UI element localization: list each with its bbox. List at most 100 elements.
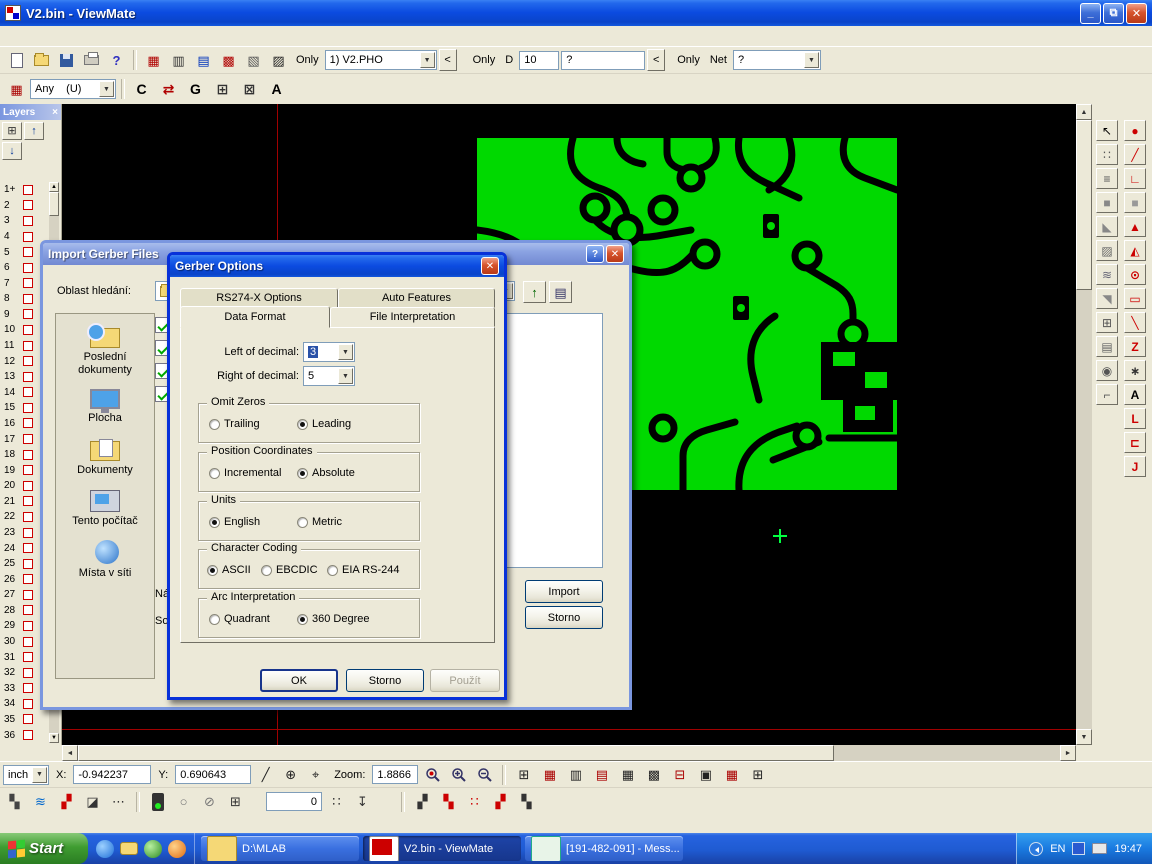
g-command-icon[interactable]: G bbox=[184, 78, 207, 100]
minimize-button[interactable]: _ bbox=[1080, 3, 1101, 24]
measure-triangle-tool-icon[interactable]: ◣ bbox=[1096, 216, 1118, 237]
dcode-query-field[interactable]: ? bbox=[561, 51, 645, 70]
menu-select[interactable] bbox=[68, 34, 84, 38]
place-desktop[interactable]: Plocha bbox=[58, 389, 152, 425]
open-file-icon[interactable] bbox=[30, 49, 53, 71]
place-network[interactable]: Místa v síti bbox=[58, 540, 152, 580]
grid-tool-icon[interactable]: ⊞ bbox=[1096, 312, 1118, 333]
layer-color-swatch[interactable] bbox=[23, 699, 33, 709]
scroll-up-icon[interactable]: ▲ bbox=[49, 182, 59, 192]
corner-tool-icon[interactable]: ◥ bbox=[1096, 288, 1118, 309]
settings-tool-icon[interactable]: ∗ bbox=[1124, 360, 1146, 381]
layer-color-swatch[interactable] bbox=[23, 185, 33, 195]
place-recent-documents[interactable]: Poslední dokumenty bbox=[58, 324, 152, 376]
tile-red-icon-1[interactable]: ∷ bbox=[463, 791, 486, 813]
save-file-icon[interactable] bbox=[55, 49, 78, 71]
task-viewmate[interactable]: V2.bin - ViewMate bbox=[363, 836, 521, 861]
select-pattern-icon[interactable]: ▚ bbox=[3, 791, 26, 813]
diag-tool-icon[interactable]: ╲ bbox=[1124, 312, 1146, 333]
close-button[interactable]: ✕ bbox=[1126, 3, 1147, 24]
layer-move-up-button[interactable]: ↑ bbox=[24, 122, 44, 140]
dropdown-arrow-icon[interactable]: ▼ bbox=[420, 52, 435, 68]
dialog-close-button[interactable]: ✕ bbox=[606, 245, 624, 263]
film-box-icon[interactable]: ▧ bbox=[242, 49, 265, 71]
layer-color-swatch[interactable] bbox=[23, 574, 33, 584]
label-tool-icon[interactable]: L bbox=[1124, 408, 1146, 429]
layer-color-swatch[interactable] bbox=[23, 496, 33, 506]
scroll-thumb[interactable] bbox=[49, 192, 59, 216]
menu-go[interactable] bbox=[52, 34, 68, 38]
layer-color-swatch[interactable] bbox=[23, 683, 33, 693]
layers-panel-titlebar[interactable]: Layers × bbox=[0, 104, 61, 120]
text-tool-icon[interactable]: A bbox=[1124, 384, 1146, 405]
layer-color-swatch[interactable] bbox=[23, 559, 33, 569]
select-lines-tool-icon[interactable]: ≡ bbox=[1096, 168, 1118, 189]
rows-tool-icon[interactable]: ▤ bbox=[1096, 336, 1118, 357]
tab-data-format[interactable]: Data Format bbox=[180, 306, 330, 328]
radio-eia-rs244[interactable]: EIA RS-244 bbox=[327, 564, 399, 576]
up-one-level-icon[interactable]: ↑ bbox=[523, 281, 546, 303]
layer-color-swatch[interactable] bbox=[23, 263, 33, 273]
lamp-slash-icon[interactable]: ⊘ bbox=[198, 791, 221, 813]
zoom-value-field[interactable]: 1.8866 bbox=[372, 765, 418, 784]
layer-color-swatch[interactable] bbox=[23, 309, 33, 319]
radio-ebcdic[interactable]: EBCDIC bbox=[261, 564, 318, 576]
ok-button[interactable]: OK bbox=[260, 669, 338, 692]
menu-setup[interactable] bbox=[20, 34, 36, 38]
layer-color-swatch[interactable] bbox=[23, 605, 33, 615]
scroll-down-icon[interactable]: ▼ bbox=[49, 733, 59, 743]
layer-row[interactable]: 36 bbox=[2, 727, 48, 743]
report-icon[interactable]: ▨ bbox=[267, 49, 290, 71]
film-red-icon[interactable]: ▤ bbox=[590, 764, 613, 786]
layer-color-swatch[interactable] bbox=[23, 278, 33, 288]
scroll-down-icon[interactable]: ▼ bbox=[1076, 729, 1092, 745]
layer-color-swatch[interactable] bbox=[23, 637, 33, 647]
polyline-tool-icon[interactable]: ∟ bbox=[1124, 168, 1146, 189]
select-any-combo[interactable]: Any (U) ▼ bbox=[30, 79, 116, 99]
full-matrix-icon[interactable]: ⊞ bbox=[746, 764, 769, 786]
new-file-icon[interactable] bbox=[5, 49, 28, 71]
dropdown-arrow-icon[interactable]: ▼ bbox=[338, 344, 353, 360]
layer-color-swatch[interactable] bbox=[23, 325, 33, 335]
highlight-table-icon[interactable]: ▩ bbox=[217, 49, 240, 71]
layer-color-swatch[interactable] bbox=[23, 216, 33, 226]
film-dark-icon[interactable]: ▩ bbox=[642, 764, 665, 786]
anchor-point-icon[interactable]: ⌖ bbox=[304, 764, 327, 786]
line-tool-icon[interactable]: ╱ bbox=[1124, 144, 1146, 165]
dcode-film-icon[interactable]: ▥ bbox=[564, 764, 587, 786]
radio-360-degree[interactable]: 360 Degree bbox=[297, 613, 370, 625]
dropdown-arrow-icon[interactable]: ▼ bbox=[804, 52, 819, 68]
text-a-icon[interactable]: A bbox=[265, 78, 288, 100]
internet-explorer-icon[interactable] bbox=[96, 840, 114, 858]
layer-color-swatch[interactable] bbox=[23, 200, 33, 210]
layer-color-swatch[interactable] bbox=[23, 247, 33, 257]
layer-color-swatch[interactable] bbox=[23, 714, 33, 724]
pointer-tool-icon[interactable]: ↖ bbox=[1096, 120, 1118, 141]
layer-row[interactable]: 3 bbox=[2, 213, 48, 229]
layer-color-swatch[interactable] bbox=[23, 403, 33, 413]
gerber-cancel-button[interactable]: Storno bbox=[346, 669, 424, 692]
grid-spacing-field[interactable]: 0 bbox=[266, 792, 322, 811]
h-command-icon[interactable]: ⊠ bbox=[238, 78, 261, 100]
place-documents[interactable]: Dokumenty bbox=[58, 438, 152, 477]
view-menu-icon[interactable]: ▤ bbox=[549, 281, 572, 303]
layer-filter-combo[interactable]: 1) V2.PHO ▼ bbox=[325, 50, 437, 70]
mirror-tool-icon[interactable]: ◭ bbox=[1124, 240, 1146, 261]
layer-list-icon[interactable]: ▤ bbox=[192, 49, 215, 71]
board-view-icon[interactable]: ▣ bbox=[694, 764, 717, 786]
layer-color-swatch[interactable] bbox=[23, 450, 33, 460]
origin-target-icon[interactable]: ⊕ bbox=[279, 764, 302, 786]
tab-file-interpretation[interactable]: File Interpretation bbox=[330, 307, 495, 327]
left-decimal-combo[interactable]: 3 ▼ bbox=[303, 342, 355, 362]
layer-color-swatch[interactable] bbox=[23, 418, 33, 428]
aperture-table-icon[interactable]: ▥ bbox=[167, 49, 190, 71]
scroll-right-icon[interactable]: ► bbox=[1060, 745, 1076, 761]
print-icon[interactable] bbox=[80, 49, 103, 71]
scroll-up-icon[interactable]: ▲ bbox=[1076, 104, 1092, 120]
layer-color-swatch[interactable] bbox=[23, 481, 33, 491]
board-matrix-icon[interactable]: ⊟ bbox=[668, 764, 691, 786]
transfer-icon[interactable]: ⇄ bbox=[157, 78, 180, 100]
language-bar-icon[interactable] bbox=[1072, 842, 1085, 855]
half-fill-icon[interactable]: ◪ bbox=[81, 791, 104, 813]
selection-mode-icon[interactable]: ▦ bbox=[5, 78, 28, 100]
